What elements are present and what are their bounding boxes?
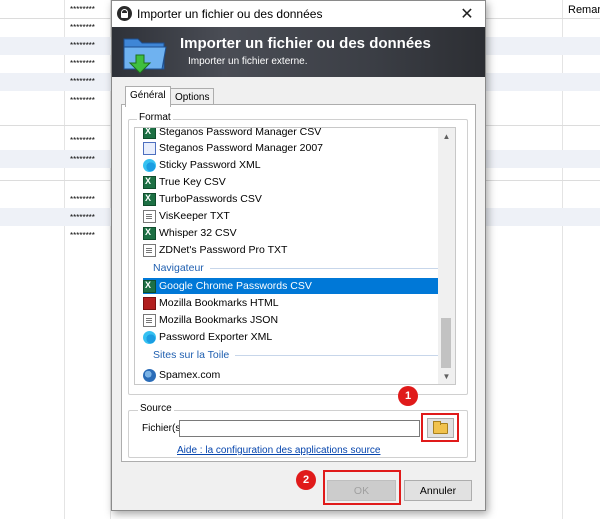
close-button[interactable]: ✕ <box>453 3 481 25</box>
steganos-icon <box>143 141 156 155</box>
password-mask: ******** <box>70 155 95 164</box>
banner-subtitle: Importer un fichier externe. <box>188 56 308 67</box>
list-item[interactable]: Whisper 32 CSV <box>143 225 439 241</box>
mozilla-icon <box>143 296 156 310</box>
list-item[interactable]: Spamex.com <box>143 367 439 383</box>
category-header-sites: Sites sur la Toile <box>153 347 438 363</box>
excel-icon <box>143 279 156 293</box>
password-mask: ******** <box>70 96 95 105</box>
list-item[interactable]: ZDNet's Password Pro TXT <box>143 242 439 258</box>
globe-icon <box>143 368 156 382</box>
file-path-input[interactable] <box>179 420 420 437</box>
step-badge-2: 2 <box>296 470 316 490</box>
excel-icon <box>143 175 156 189</box>
password-mask: ******** <box>70 231 95 240</box>
source-group-label: Source <box>138 403 174 414</box>
password-mask: ******** <box>70 213 95 222</box>
lock-icon <box>117 6 132 21</box>
scroll-thumb[interactable] <box>441 318 451 368</box>
format-list-scrollbar[interactable]: ▲ ▼ <box>438 128 455 384</box>
password-mask: ******** <box>70 77 95 86</box>
document-icon <box>143 313 156 327</box>
list-item[interactable]: Mozilla Bookmarks JSON <box>143 312 439 328</box>
step-badge-1: 1 <box>398 386 418 406</box>
list-item[interactable]: Steganos Password Manager CSV <box>143 128 439 140</box>
dialog-title: Importer un fichier ou des données <box>137 7 323 21</box>
password-mask: ******** <box>70 136 95 145</box>
scroll-down-icon[interactable]: ▼ <box>438 368 455 384</box>
scroll-up-icon[interactable]: ▲ <box>438 128 455 144</box>
cancel-button[interactable]: Annuler <box>404 480 472 501</box>
list-item[interactable]: Mozilla Bookmarks HTML <box>143 295 439 311</box>
folder-import-icon <box>123 38 167 74</box>
file-field-label: Fichier(s) <box>142 423 184 434</box>
dialog-banner: Importer un fichier ou des données Impor… <box>112 27 485 77</box>
password-mask: ******** <box>70 59 95 68</box>
list-item[interactable]: VisKeeper TXT <box>143 208 439 224</box>
list-item[interactable]: TurboPasswords CSV <box>143 191 439 207</box>
list-item-selected[interactable]: Google Chrome Passwords CSV <box>143 278 439 294</box>
highlight-browse <box>421 413 459 442</box>
format-group-label: Format <box>137 112 173 123</box>
list-item[interactable]: Password Exporter XML <box>143 329 439 345</box>
tab-general[interactable]: Général <box>125 86 171 107</box>
password-mask: ******** <box>70 23 95 32</box>
format-list[interactable]: Steganos Password Manager CSV Steganos P… <box>134 127 456 385</box>
document-icon <box>143 209 156 223</box>
excel-icon <box>143 226 156 240</box>
highlight-ok <box>323 470 401 505</box>
password-mask: ******** <box>70 41 95 50</box>
list-item[interactable]: Steganos Password Manager 2007 <box>143 140 439 156</box>
category-header-navigateur: Navigateur <box>153 260 438 276</box>
password-mask: ******** <box>70 5 95 14</box>
excel-icon <box>143 128 156 139</box>
list-item[interactable]: Sticky Password XML <box>143 157 439 173</box>
help-link[interactable]: Aide : la configuration des applications… <box>177 445 380 456</box>
edge-icon <box>143 158 156 172</box>
edge-icon <box>143 330 156 344</box>
password-mask: ******** <box>70 195 95 204</box>
excel-icon <box>143 192 156 206</box>
list-item[interactable]: True Key CSV <box>143 174 439 190</box>
document-icon <box>143 243 156 257</box>
column-header-remarks: Remar <box>568 4 600 16</box>
dialog-titlebar[interactable]: Importer un fichier ou des données ✕ <box>112 1 485 27</box>
banner-title: Importer un fichier ou des données <box>180 35 431 52</box>
